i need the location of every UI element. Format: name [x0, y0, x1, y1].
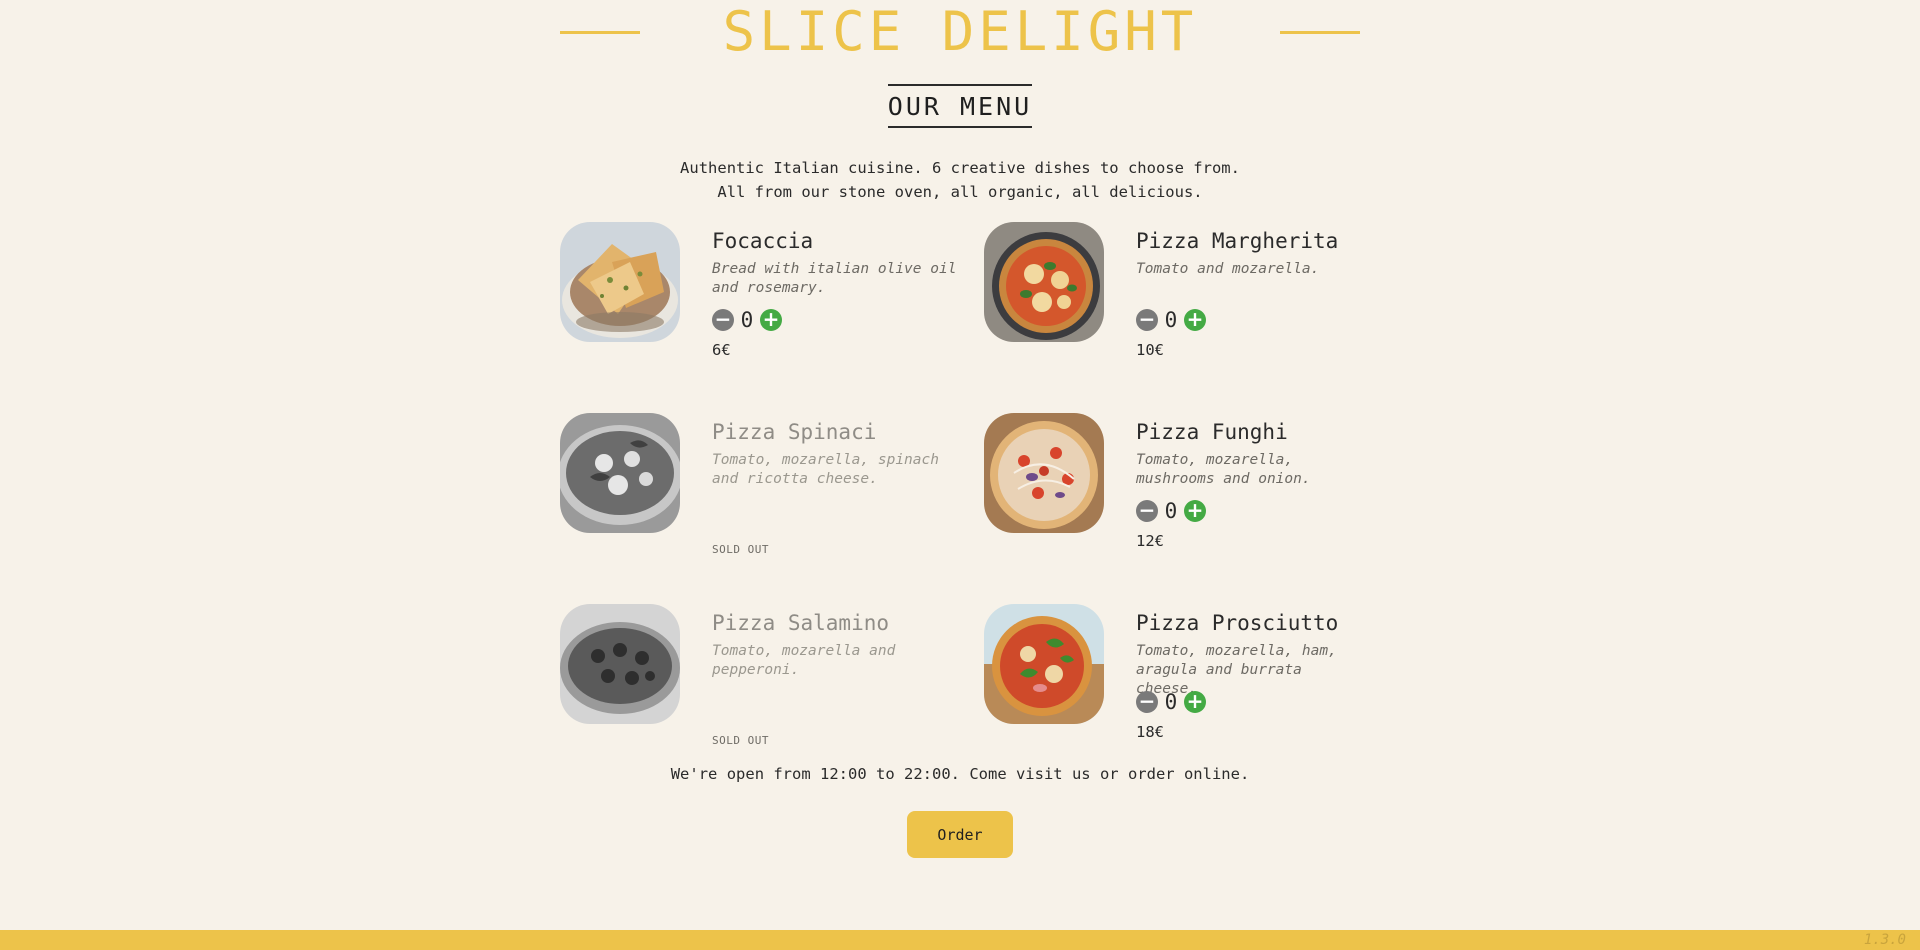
quantity-value: 0 [1164, 690, 1178, 714]
item-price: 18€ [1136, 723, 1164, 741]
order-button[interactable]: Order [907, 811, 1013, 858]
item-price: 10€ [1136, 341, 1164, 359]
item-description: Bread with italian olive oil and rosemar… [712, 261, 957, 296]
item-name: Focaccia [712, 229, 814, 253]
prosciutto-info: Pizza Prosciutto Tomato, mozarella, ham,… [1136, 604, 1360, 754]
menu-grid: Focaccia Bread with italian olive oil an… [560, 222, 1360, 747]
spinaci-photo [560, 413, 680, 533]
prosciutto-photo [984, 604, 1104, 724]
intro-line-2: All from our stone oven, all organic, al… [717, 183, 1203, 201]
item-name: Pizza Margherita [1136, 229, 1339, 253]
quantity-stepper: − 0 + [1136, 499, 1360, 523]
menu-item-spinaci: Pizza Spinaci Tomato, mozarella, spinach… [560, 413, 984, 556]
item-description: Tomato, mozarella, spinach and ricotta c… [712, 452, 939, 487]
footer: 1.3.0 [0, 930, 1920, 950]
menu-item-prosciutto: Pizza Prosciutto Tomato, mozarella, ham,… [984, 604, 1360, 741]
minus-circle-icon[interactable]: − [1136, 309, 1158, 331]
menu-item-focaccia: Focaccia Bread with italian olive oil an… [560, 222, 984, 359]
item-name: Pizza Funghi [1136, 420, 1288, 444]
menu-item-funghi: Pizza Funghi Tomato, mozarella, mushroom… [984, 413, 1360, 550]
spinaci-info: Pizza Spinaci Tomato, mozarella, spinach… [712, 413, 972, 563]
plus-circle-icon[interactable]: + [1184, 691, 1206, 713]
quantity-value: 0 [740, 308, 754, 332]
salamino-photo [560, 604, 680, 724]
plus-circle-icon[interactable]: + [760, 309, 782, 331]
item-name: Pizza Prosciutto [1136, 611, 1339, 635]
item-description: Tomato, mozarella and pepperoni. [712, 643, 896, 678]
opening-hours: We're open from 12:00 to 22:00. Come vis… [670, 765, 1250, 783]
item-description: Tomato, mozarella, mushrooms and onion. [1136, 452, 1311, 487]
sold-out-label: SOLD OUT [712, 543, 769, 556]
item-name: Pizza Salamino [712, 611, 890, 635]
sold-out-label: SOLD OUT [712, 734, 769, 747]
brand-title: SLICE DELIGHT [722, 0, 1198, 63]
quantity-stepper: − 0 + [712, 308, 972, 332]
menu-item-margherita: Pizza Margherita Tomato and mozarella. −… [984, 222, 1360, 359]
quantity-value: 0 [1164, 499, 1178, 523]
salamino-info: Pizza Salamino Tomato, mozarella and pep… [712, 604, 972, 754]
item-description: Tomato and mozarella. [1136, 261, 1320, 277]
item-price: 12€ [1136, 532, 1164, 550]
funghi-photo [984, 413, 1104, 533]
version-label: 1.3.0 [1863, 932, 1906, 948]
item-name: Pizza Spinaci [712, 420, 877, 444]
intro-line-1: Authentic Italian cuisine. 6 creative di… [680, 159, 1240, 177]
menu-item-salamino: Pizza Salamino Tomato, mozarella and pep… [560, 604, 984, 747]
header-rule-right [1279, 30, 1360, 34]
intro-text: Authentic Italian cuisine. 6 creative di… [0, 156, 1920, 204]
quantity-stepper: − 0 + [1136, 690, 1360, 714]
plus-circle-icon[interactable]: + [1184, 500, 1206, 522]
quantity-stepper: − 0 + [1136, 308, 1360, 332]
focaccia-info: Focaccia Bread with italian olive oil an… [712, 222, 972, 372]
minus-circle-icon[interactable]: − [1136, 500, 1158, 522]
menu-heading-wrap: OUR MENU [0, 84, 1920, 128]
focaccia-photo [560, 222, 680, 342]
header-rule-left [560, 30, 640, 34]
minus-circle-icon[interactable]: − [712, 309, 734, 331]
header: SLICE DELIGHT [560, 0, 1360, 64]
funghi-info: Pizza Funghi Tomato, mozarella, mushroom… [1136, 413, 1360, 563]
quantity-value: 0 [1164, 308, 1178, 332]
margherita-photo [984, 222, 1104, 342]
plus-circle-icon[interactable]: + [1184, 309, 1206, 331]
margherita-info: Pizza Margherita Tomato and mozarella. −… [1136, 222, 1360, 372]
item-price: 6€ [712, 341, 731, 359]
menu-heading: OUR MENU [887, 84, 1033, 128]
minus-circle-icon[interactable]: − [1136, 691, 1158, 713]
item-description: Tomato, mozarella, ham, aragula and burr… [1136, 643, 1337, 697]
